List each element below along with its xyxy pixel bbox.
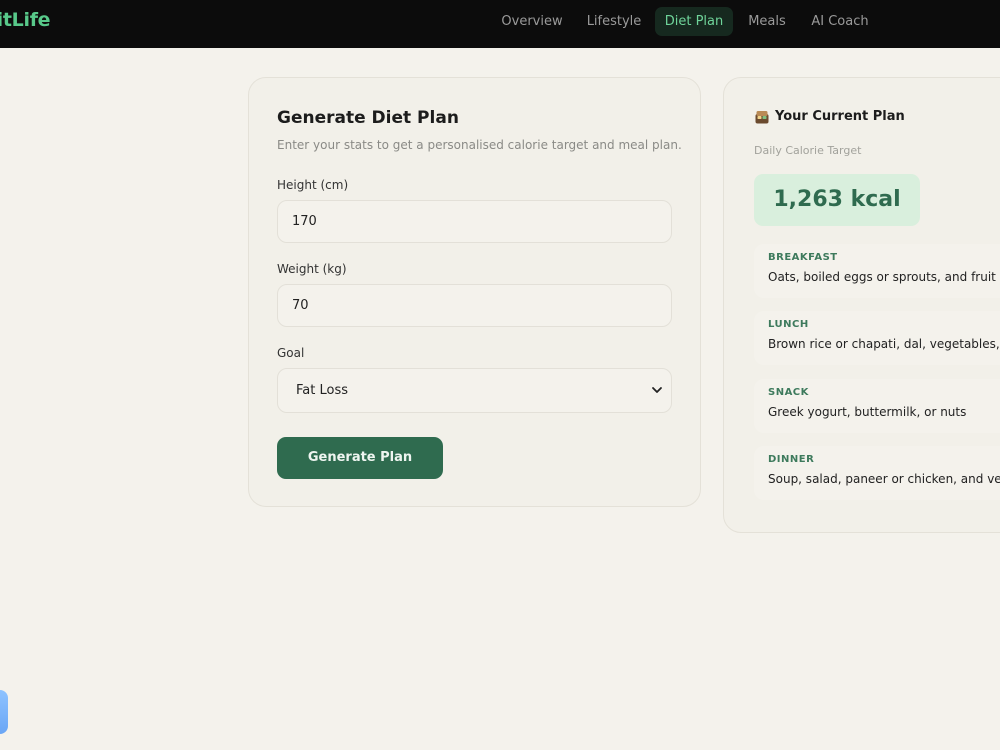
meal-card-snack: SNACK Greek yogurt, buttermilk, or nuts (754, 379, 1000, 433)
meal-description: Soup, salad, paneer or chicken, and vege (768, 472, 1000, 486)
goal-select[interactable]: Fat Loss (277, 368, 672, 413)
goal-label: Goal (277, 346, 305, 360)
nav-link-meals[interactable]: Meals (740, 7, 794, 36)
meal-description: Brown rice or chapati, dal, vegetables, … (768, 337, 1000, 351)
nav-link-overview[interactable]: Overview (495, 7, 569, 36)
meal-name: LUNCH (768, 319, 809, 330)
nav-link-ai-coach[interactable]: AI Coach (804, 7, 876, 36)
plan-title: Your Current Plan (775, 109, 905, 124)
weight-input[interactable] (277, 284, 672, 327)
generate-plan-card: Generate Diet Plan Enter your stats to g… (248, 77, 701, 507)
height-input[interactable] (277, 200, 672, 243)
meal-description: Greek yogurt, buttermilk, or nuts (768, 405, 967, 419)
meal-name: BREAKFAST (768, 252, 838, 263)
generate-plan-button[interactable]: Generate Plan (277, 437, 443, 479)
top-nav: FitLife Overview Lifestyle Diet Plan Mea… (0, 0, 1000, 48)
floating-chat-button[interactable] (0, 690, 8, 734)
height-label: Height (cm) (277, 178, 349, 192)
meal-name: DINNER (768, 454, 815, 465)
form-title: Generate Diet Plan (277, 108, 459, 128)
meal-card-dinner: DINNER Soup, salad, paneer or chicken, a… (754, 446, 1000, 500)
current-plan-card: Your Current Plan Daily Calorie Target 1… (723, 77, 1000, 533)
calorie-target-value: 1,263 kcal (754, 174, 920, 226)
nav-link-diet-plan[interactable]: Diet Plan (655, 7, 733, 36)
meal-card-lunch: LUNCH Brown rice or chapati, dal, vegeta… (754, 311, 1000, 365)
form-subtitle: Enter your stats to get a personalised c… (277, 138, 682, 152)
bento-box-icon (755, 111, 769, 124)
nav-link-lifestyle[interactable]: Lifestyle (580, 7, 648, 36)
meal-card-breakfast: BREAKFAST Oats, boiled eggs or sprouts, … (754, 244, 1000, 298)
weight-label: Weight (kg) (277, 262, 347, 276)
chevron-down-icon (652, 387, 662, 393)
meal-description: Oats, boiled eggs or sprouts, and fruit (768, 270, 996, 284)
meal-name: SNACK (768, 387, 809, 398)
brand-logo[interactable]: FitLife (0, 9, 51, 31)
calorie-target-label: Daily Calorie Target (754, 144, 862, 157)
goal-select-value: Fat Loss (296, 383, 348, 398)
